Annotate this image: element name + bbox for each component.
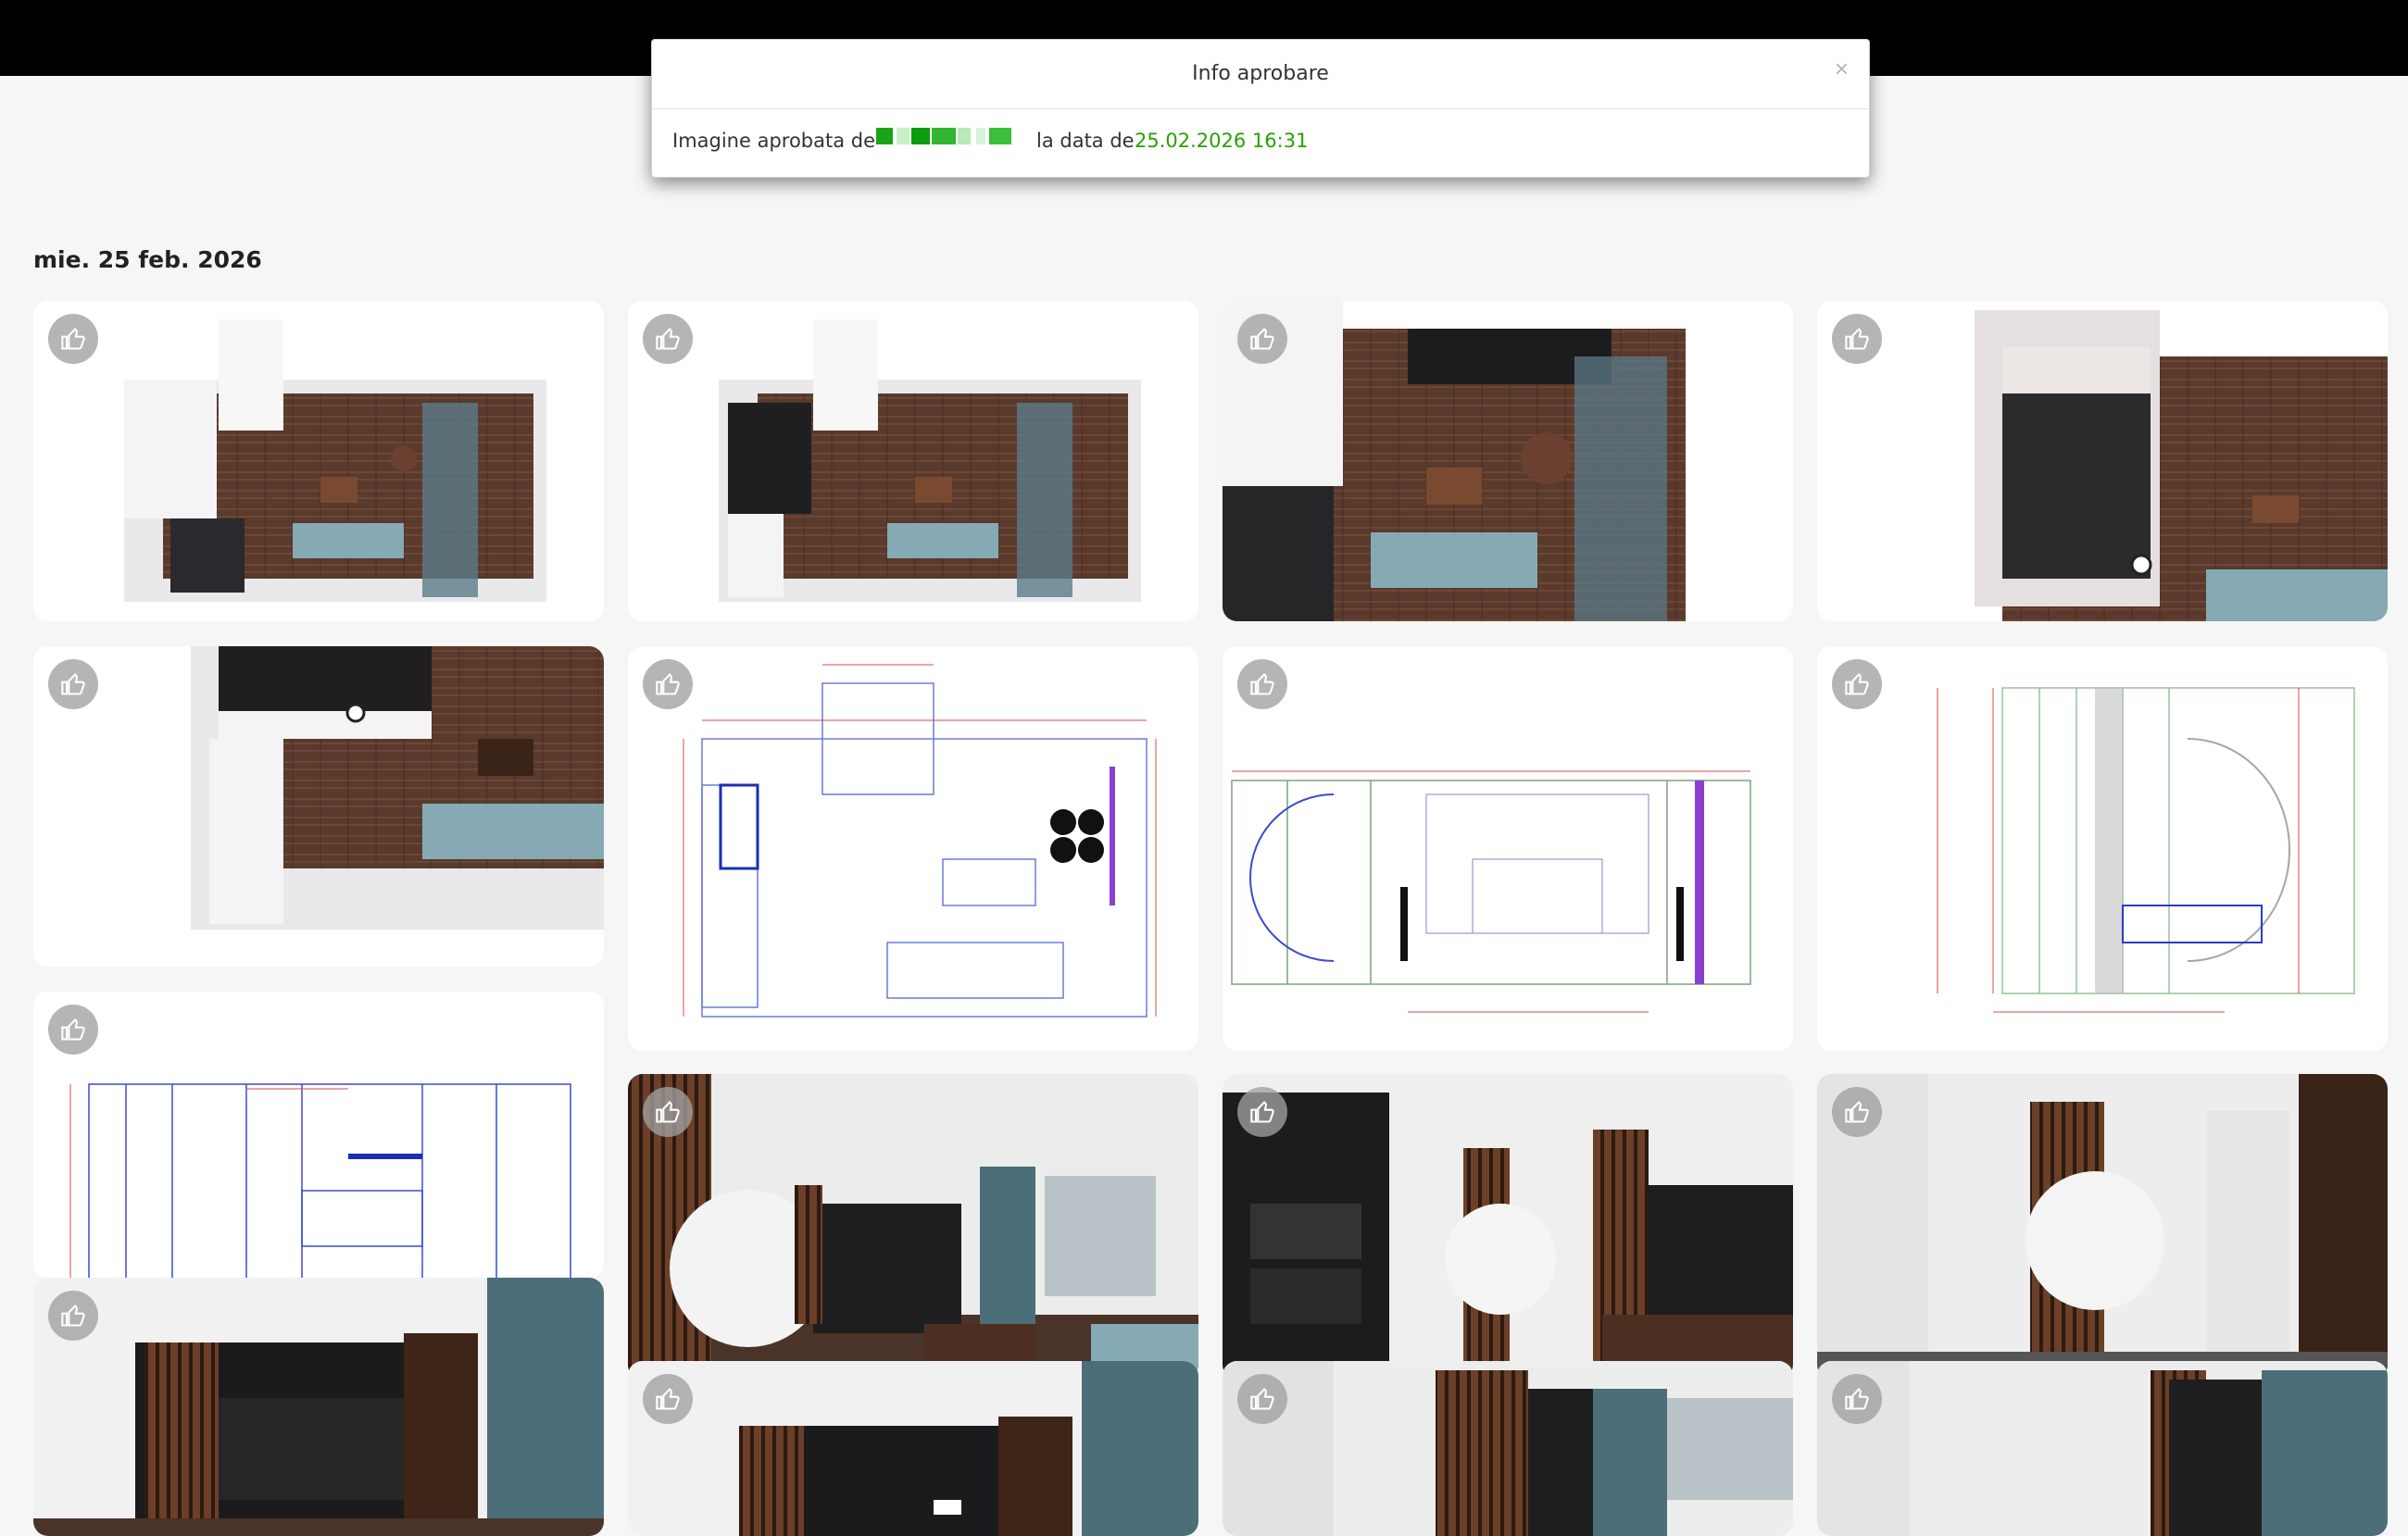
floorplan-image xyxy=(1223,301,1793,621)
date-group-label: mie. 25 feb. 2026 xyxy=(33,246,262,273)
like-button[interactable] xyxy=(643,1374,693,1424)
interior-render-image xyxy=(1817,1074,2388,1380)
modal-title: Info aprobare xyxy=(1192,62,1329,85)
modal-header: Info aprobare × xyxy=(652,40,1869,109)
thumbs-up-icon xyxy=(656,327,680,350)
gallery-card[interactable] xyxy=(1817,1074,2388,1380)
like-button[interactable] xyxy=(643,1087,693,1137)
like-button[interactable] xyxy=(48,314,98,364)
floorplan-image xyxy=(33,646,604,967)
thumbs-up-icon xyxy=(1250,1387,1274,1410)
like-button[interactable] xyxy=(643,314,693,364)
gallery-card[interactable] xyxy=(33,646,604,967)
gallery-card[interactable] xyxy=(1223,646,1793,1051)
gallery-card[interactable] xyxy=(33,1278,604,1536)
floorplan-image xyxy=(1817,301,2388,621)
gallery-card[interactable] xyxy=(33,301,604,621)
technical-drawing-image xyxy=(628,646,1198,1051)
thumbs-up-icon xyxy=(656,1387,680,1410)
thumbs-up-icon xyxy=(61,672,85,695)
technical-drawing-image xyxy=(33,992,604,1279)
interior-render-image xyxy=(1223,1074,1793,1380)
approval-info-modal: Info aprobare × Imagine aprobata de la d… xyxy=(651,39,1870,178)
like-button[interactable] xyxy=(1237,314,1287,364)
interior-render-image xyxy=(628,1361,1198,1536)
gallery-card[interactable] xyxy=(628,1361,1198,1536)
interior-render-image xyxy=(1223,1361,1793,1536)
floorplan-image xyxy=(628,301,1198,621)
approval-datetime: 25.02.2026 16:31 xyxy=(1135,130,1309,152)
thumbs-up-icon xyxy=(1250,1100,1274,1123)
gallery-card[interactable] xyxy=(628,646,1198,1051)
like-button[interactable] xyxy=(48,1005,98,1055)
gallery-card[interactable] xyxy=(1223,1074,1793,1380)
like-button[interactable] xyxy=(1832,1374,1882,1424)
thumbs-up-icon xyxy=(1845,672,1869,695)
modal-body: Imagine aprobata de la data de 25.02.202… xyxy=(652,109,1869,177)
thumbs-up-icon xyxy=(61,1304,85,1327)
gallery-card[interactable] xyxy=(1817,301,2388,621)
floorplan-image xyxy=(33,301,604,621)
like-button[interactable] xyxy=(1832,314,1882,364)
gallery-card[interactable] xyxy=(628,1074,1198,1380)
gallery-card[interactable] xyxy=(33,992,604,1279)
like-button[interactable] xyxy=(643,659,693,709)
like-button[interactable] xyxy=(1832,659,1882,709)
gallery-card[interactable] xyxy=(1817,1361,2388,1536)
like-button[interactable] xyxy=(1237,659,1287,709)
like-button[interactable] xyxy=(1237,1374,1287,1424)
like-button[interactable] xyxy=(1832,1087,1882,1137)
approver-name-redacted xyxy=(876,128,1015,144)
thumbs-up-icon xyxy=(656,672,680,695)
close-icon[interactable]: × xyxy=(1835,55,1849,83)
gallery-card[interactable] xyxy=(1223,1361,1793,1536)
technical-drawing-image xyxy=(1817,646,2388,1051)
gallery-card[interactable] xyxy=(628,301,1198,621)
thumbs-up-icon xyxy=(1250,672,1274,695)
thumbs-up-icon xyxy=(61,327,85,350)
thumbs-up-icon xyxy=(61,1018,85,1041)
gallery-card[interactable] xyxy=(1223,301,1793,621)
like-button[interactable] xyxy=(48,659,98,709)
like-button[interactable] xyxy=(1237,1087,1287,1137)
like-button[interactable] xyxy=(48,1291,98,1341)
thumbs-up-icon xyxy=(656,1100,680,1123)
thumbs-up-icon xyxy=(1845,327,1869,350)
approved-by-label: Imagine aprobata de xyxy=(672,130,876,152)
interior-render-image xyxy=(33,1278,604,1536)
thumbs-up-icon xyxy=(1845,1100,1869,1123)
thumbs-up-icon xyxy=(1250,327,1274,350)
thumbs-up-icon xyxy=(1845,1387,1869,1410)
date-prefix-label: la data de xyxy=(1036,130,1135,152)
interior-render-image xyxy=(628,1074,1198,1380)
gallery-card[interactable] xyxy=(1817,646,2388,1051)
technical-drawing-image xyxy=(1223,646,1793,1051)
interior-render-image xyxy=(1817,1361,2388,1536)
